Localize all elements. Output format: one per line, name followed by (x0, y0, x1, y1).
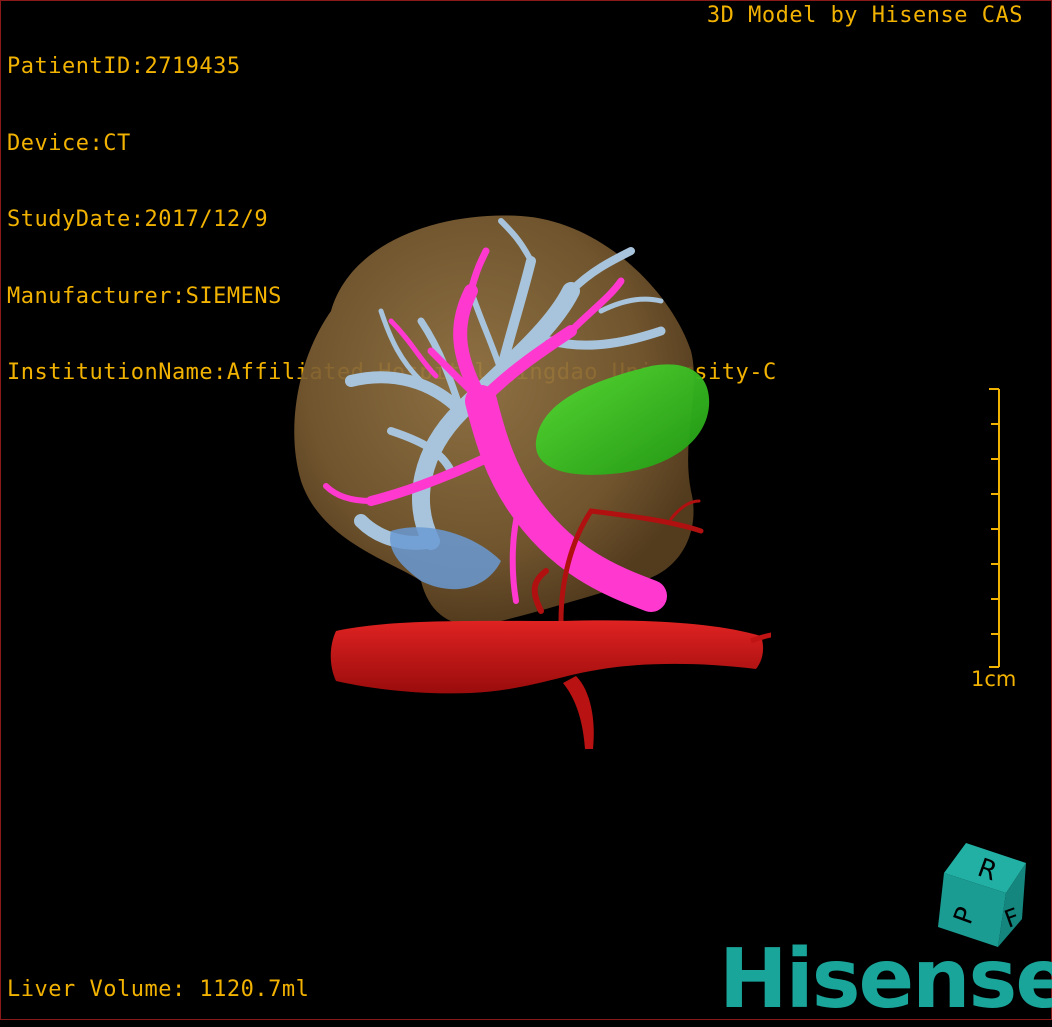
scale-label: 1cm (971, 667, 1017, 691)
artery-branch-down (563, 676, 594, 749)
3d-viewport[interactable]: PatientID:2719435 Device:CT StudyDate:20… (0, 0, 1052, 1027)
aorta (330, 620, 764, 694)
patient-id: PatientID:2719435 (7, 54, 241, 79)
hisense-logo: Hisense (719, 932, 1052, 1027)
device: Device:CT (7, 130, 131, 156)
liver-3d-model[interactable] (271, 201, 771, 761)
liver-volume: Liver Volume: 1120.7ml (7, 977, 310, 1002)
model-credit: 3D Model by Hisense CAS (706, 3, 1023, 28)
scale-bar (989, 388, 1000, 668)
